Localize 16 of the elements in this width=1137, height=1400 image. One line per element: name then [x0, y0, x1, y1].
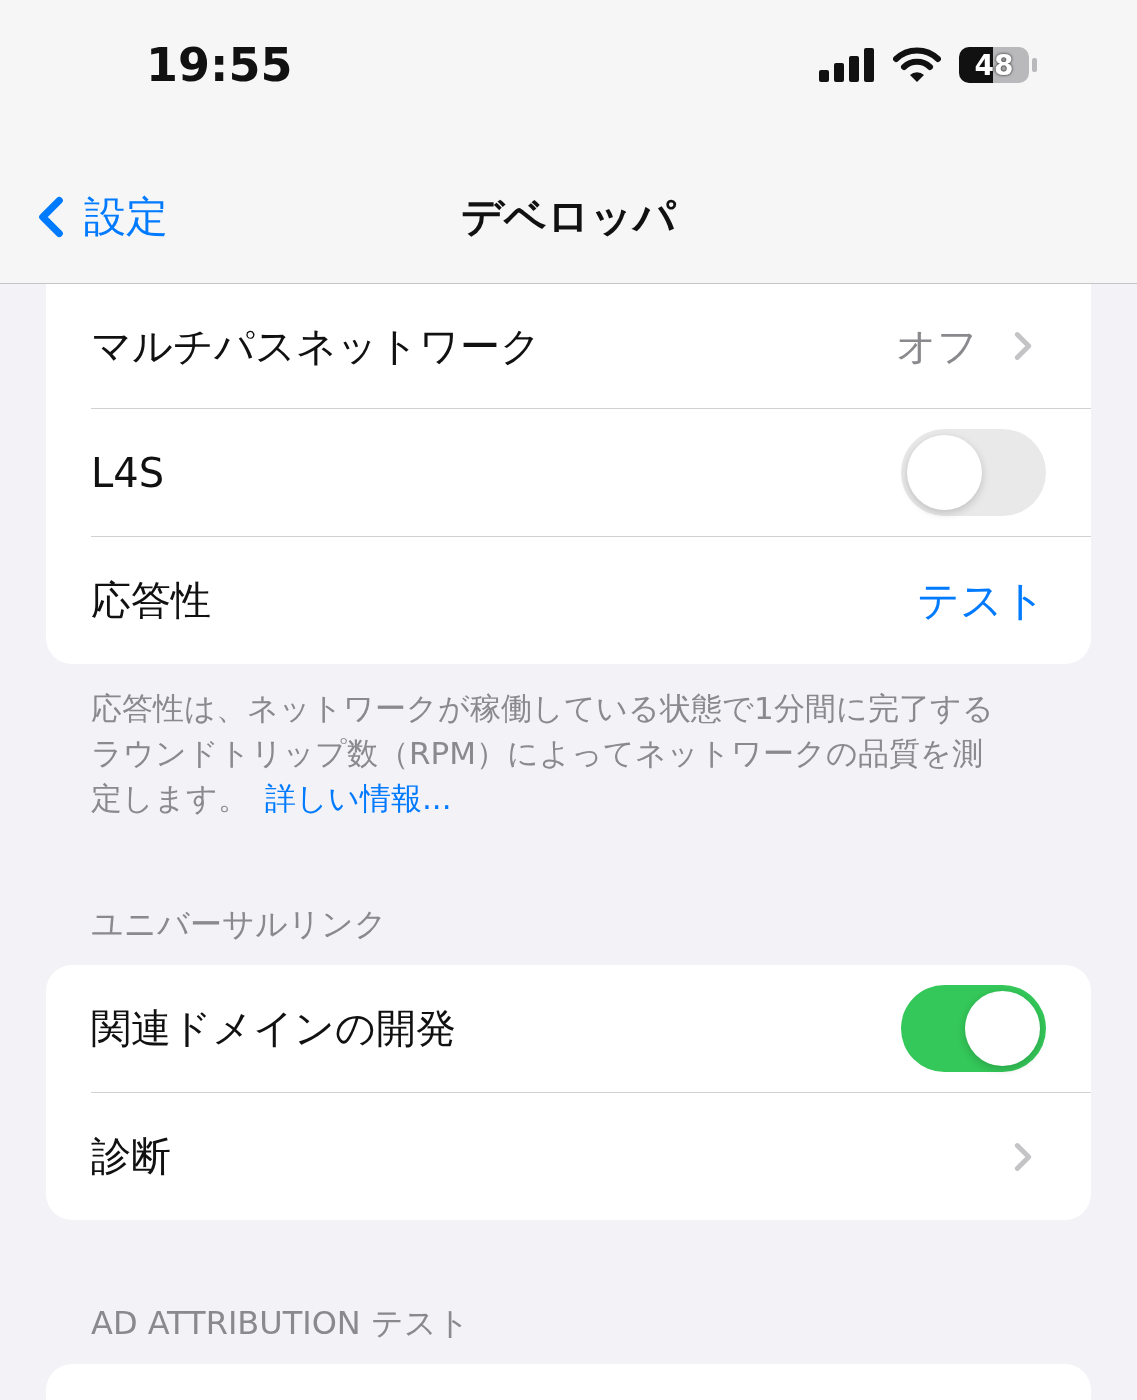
section-footer: 応答性は、ネットワークが稼働している状態で1分間に完了するラウンドトリップ数（RPM）によってネットワークの品質を測定します。 詳しい情報...	[91, 686, 1013, 821]
wifi-icon	[893, 47, 941, 83]
row-value: オフ	[896, 321, 978, 371]
row-label: マルチパスネットワーク	[91, 321, 541, 371]
back-button[interactable]: 設定	[0, 183, 168, 250]
page-title: デベロッパ	[461, 190, 676, 243]
row-label: L4S	[91, 449, 165, 496]
row-label: 診断	[91, 1132, 171, 1181]
learn-more-link[interactable]: 詳しい情報...	[265, 780, 452, 816]
signal-icon	[819, 48, 875, 82]
test-button[interactable]: テスト	[917, 572, 1046, 629]
section-header: ユニバーサルリンク	[91, 904, 388, 945]
row-label: 応答性	[91, 576, 211, 625]
row-label: 関連ドメインの開発	[91, 1004, 456, 1053]
section-header: AD ATTRIBUTION テスト	[91, 1303, 471, 1344]
status-time: 19:55	[146, 38, 293, 92]
